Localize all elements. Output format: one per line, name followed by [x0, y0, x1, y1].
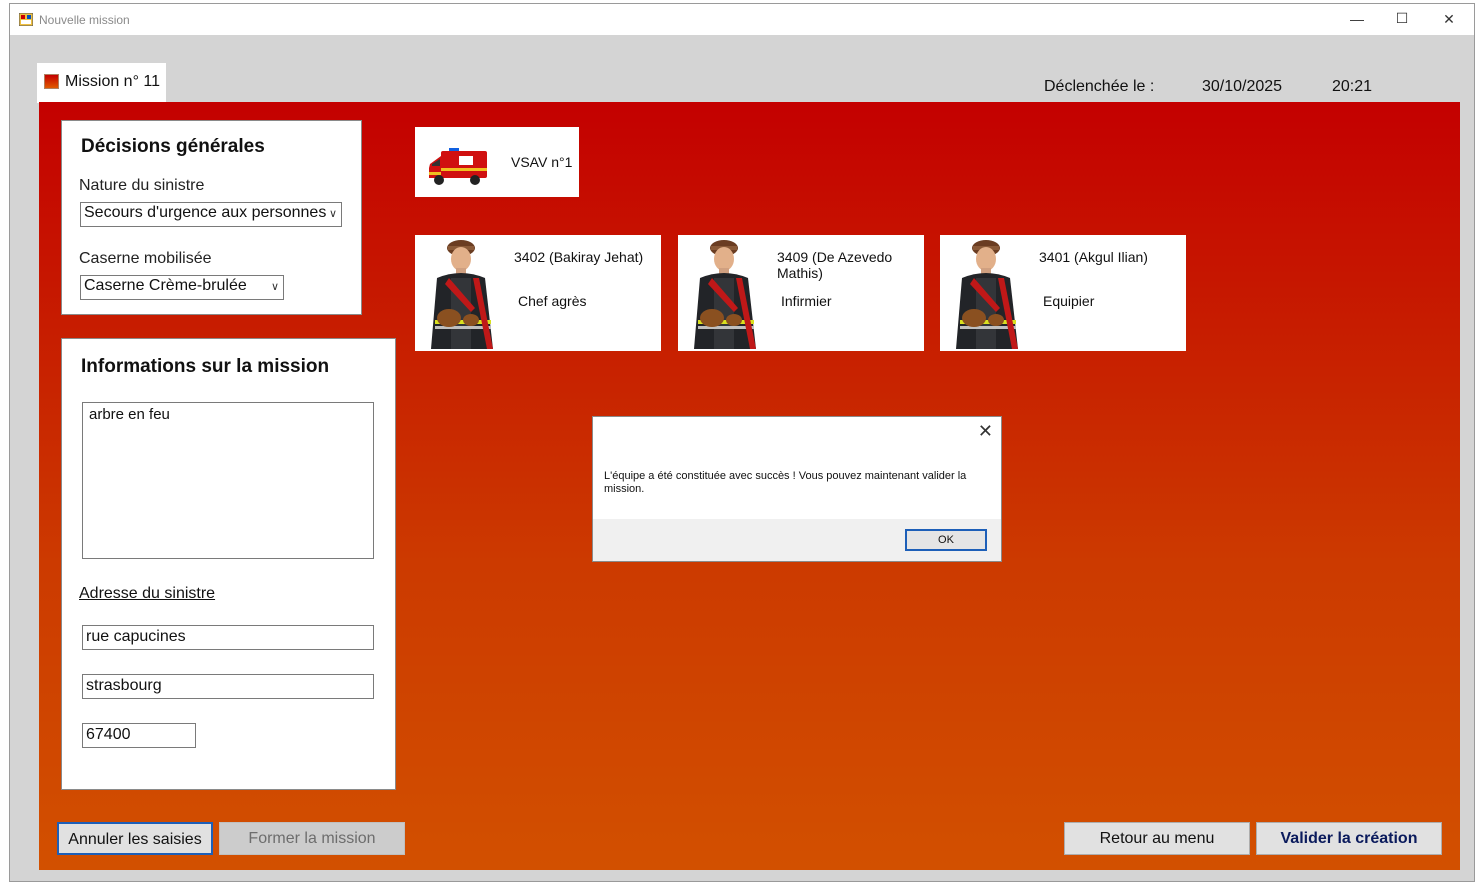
success-dialog: ✕ L'équipe a été constituée avec succès … [592, 416, 1002, 562]
form-mission-button[interactable]: Former la mission [219, 822, 405, 855]
dialog-message: L'équipe a été constituée avec succès ! … [604, 470, 967, 495]
close-button[interactable]: ✕ [1426, 4, 1472, 35]
ambulance-icon [429, 148, 487, 185]
ok-button[interactable]: OK [905, 529, 987, 551]
crew-name: 3402 (Bakiray Jehat) [514, 249, 644, 265]
cancel-button[interactable]: Annuler les saisies [57, 822, 213, 855]
caserne-label: Caserne mobilisée [79, 250, 212, 267]
triggered-label: Déclenchée le : [1044, 78, 1155, 95]
maximize-button[interactable]: ☐ [1379, 3, 1425, 34]
chevron-down-icon: ∨ [270, 281, 279, 293]
mission-icon [44, 74, 59, 89]
city-field[interactable]: strasbourg [82, 674, 374, 699]
tab-mission-label: Mission n° 11 [65, 73, 161, 90]
crew-role: Chef agrès [518, 293, 587, 309]
firefighter-icon [431, 240, 493, 349]
minimize-button[interactable]: — [1334, 4, 1380, 35]
window-title: Nouvelle mission [39, 13, 130, 27]
crew-role: Infirmier [781, 293, 832, 309]
crew-name: 3401 (Akgul Ilian) [1039, 249, 1148, 265]
vehicle-label: VSAV n°1 [511, 154, 573, 170]
info-panel: Informations sur la mission arbre en feu… [61, 338, 396, 790]
vehicle-card[interactable]: VSAV n°1 [415, 127, 579, 197]
back-to-menu-button[interactable]: Retour au menu [1064, 822, 1250, 855]
crew-card[interactable]: 3402 (Bakiray Jehat) Chef agrès [415, 235, 661, 351]
crew-name: 3409 (De Azevedo Mathis) [777, 249, 893, 281]
info-title: Informations sur la mission [81, 356, 330, 377]
postal-code-field[interactable]: 67400 [82, 723, 196, 748]
close-icon[interactable]: ✕ [978, 421, 993, 442]
caserne-select[interactable]: Caserne Crème-brulée ∨ [80, 275, 284, 300]
nature-select[interactable]: Secours d'urgence aux personnes ∨ [80, 202, 342, 227]
triggered-date: 30/10/2025 [1202, 78, 1283, 95]
validate-button[interactable]: Valider la création [1256, 822, 1442, 855]
crew-card[interactable]: 3409 (De Azevedo Mathis) Infirmier [678, 235, 924, 351]
address-label: Adresse du sinistre [79, 585, 216, 602]
app-icon [19, 13, 33, 26]
decisions-title: Décisions générales [81, 136, 265, 157]
triggered-time: 20:21 [1332, 78, 1373, 95]
caserne-value: Caserne Crème-brulée [84, 277, 247, 294]
decisions-panel: Décisions générales Nature du sinistre S… [61, 120, 362, 315]
dialog-footer: OK [593, 519, 1001, 561]
nature-label: Nature du sinistre [79, 177, 205, 194]
crew-role: Equipier [1043, 293, 1095, 309]
chevron-down-icon: ∨ [328, 208, 337, 220]
street-field[interactable]: rue capucines [82, 625, 374, 650]
crew-card[interactable]: 3401 (Akgul Ilian) Equipier [940, 235, 1186, 351]
nature-value: Secours d'urgence aux personnes [84, 204, 327, 221]
description-textarea[interactable]: arbre en feu [82, 402, 374, 559]
title-bar: Nouvelle mission — ✕ [10, 4, 1474, 35]
firefighter-icon [694, 240, 756, 349]
tab-mission[interactable]: Mission n° 11 [37, 63, 166, 103]
firefighter-icon [956, 240, 1018, 349]
